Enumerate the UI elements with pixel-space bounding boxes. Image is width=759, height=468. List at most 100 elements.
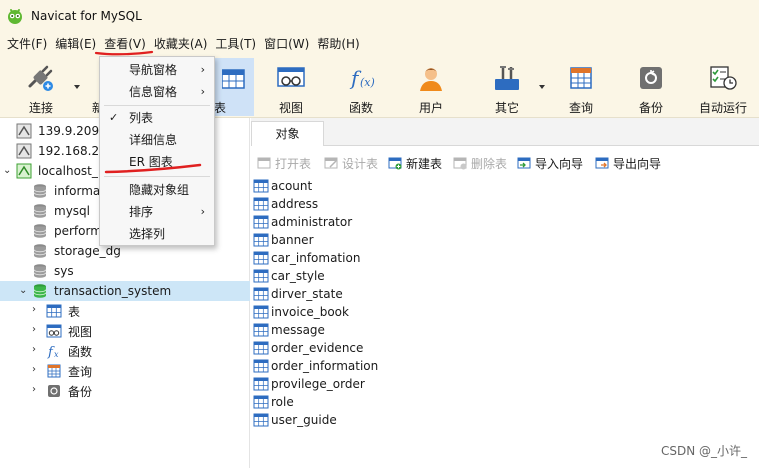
table-icon	[253, 269, 269, 283]
menu-separator	[104, 105, 210, 106]
backup-icon	[640, 67, 662, 89]
connect-button[interactable]: 连接	[12, 58, 70, 116]
menu-help[interactable]: 帮助(H)	[314, 34, 362, 54]
function-label: 函数	[348, 101, 373, 115]
menu-item-select-columns[interactable]: 选择列	[100, 223, 214, 245]
tree-connection-label: 192.168.22	[38, 144, 107, 158]
object-pane: 对象 打开表 设计表 新建表 删除表 导入向导 导出向导 acount addr…	[251, 118, 759, 468]
connect-label: 连接	[28, 101, 53, 115]
chevron-right-icon[interactable]: ›	[32, 325, 42, 335]
table-item[interactable]: order_information	[253, 357, 378, 375]
table-item[interactable]: acount	[253, 177, 312, 195]
backup-button[interactable]: 备份	[622, 58, 680, 116]
table-item[interactable]: message	[253, 321, 325, 339]
menu-item-sort[interactable]: 排序 ›	[100, 201, 214, 223]
table-item[interactable]: invoice_book	[253, 303, 349, 321]
view-icon	[277, 67, 305, 87]
tree-child-views[interactable]: › 视图	[0, 321, 250, 341]
table-item[interactable]: provilege_order	[253, 375, 365, 393]
backup-icon	[48, 385, 60, 397]
table-item[interactable]: car_infomation	[253, 249, 360, 267]
new-table-button[interactable]: 新建表	[388, 154, 442, 172]
tree-database-item[interactable]: sys	[0, 261, 250, 281]
mysql-connection-active-icon	[16, 163, 32, 179]
open-table-button[interactable]: 打开表	[257, 154, 311, 172]
menu-item-hide-object-group[interactable]: 隐藏对象组	[100, 179, 214, 201]
tree-child-queries[interactable]: › 查询	[0, 361, 250, 381]
new-query-button[interactable]: 新	[86, 58, 104, 116]
design-table-button[interactable]: 设计表	[324, 154, 378, 172]
chevron-right-icon[interactable]: ›	[32, 365, 42, 375]
import-wizard-label: 导入向导	[535, 156, 584, 171]
menu-item-label: 排序	[129, 205, 154, 219]
other-button[interactable]: 其它	[478, 58, 536, 116]
table-item[interactable]: user_guide	[253, 411, 337, 429]
table-icon	[253, 251, 269, 265]
chevron-down-icon[interactable]: ⌄	[19, 286, 29, 296]
menu-item-label: 信息窗格	[129, 85, 178, 99]
export-icon	[595, 157, 609, 169]
tree-database-label: perform	[54, 224, 102, 238]
chevron-right-icon[interactable]: ›	[32, 345, 42, 355]
view-button[interactable]: 视图	[262, 58, 320, 116]
tree-child-functions[interactable]: › f x 函数	[0, 341, 250, 361]
title-bar: Navicat for MySQL	[0, 0, 759, 32]
tree-child-tables[interactable]: › 表	[0, 301, 250, 321]
table-item[interactable]: banner	[253, 231, 314, 249]
chevron-down-icon[interactable]: ⌄	[3, 166, 13, 176]
table-icon	[253, 179, 269, 193]
function-button[interactable]: f (x) 函数	[332, 58, 390, 116]
tab-objects[interactable]: 对象	[251, 121, 324, 146]
export-wizard-button[interactable]: 导出向导	[595, 154, 661, 172]
automation-button[interactable]: 自动运行	[692, 58, 754, 116]
menu-item-info-pane[interactable]: 信息窗格 ›	[100, 81, 214, 103]
table-item[interactable]: dirver_state	[253, 285, 343, 303]
table-icon	[253, 287, 269, 301]
delete-table-button[interactable]: 删除表	[453, 154, 507, 172]
query-label: 查询	[568, 101, 593, 115]
table-icon	[253, 377, 269, 391]
table-item[interactable]: administrator	[253, 213, 352, 231]
table-name: message	[271, 323, 325, 337]
menu-item-label: 详细信息	[129, 133, 178, 147]
other-label: 其它	[494, 101, 519, 115]
import-wizard-button[interactable]: 导入向导	[517, 154, 583, 172]
automation-label: 自动运行	[698, 101, 747, 115]
menu-window[interactable]: 窗口(W)	[261, 34, 312, 54]
menu-item-er-diagram[interactable]: ER 图表	[100, 151, 214, 173]
query-icon	[570, 67, 592, 89]
design-table-icon	[324, 157, 338, 169]
menu-item-label: ER 图表	[129, 155, 173, 169]
table-name: car_infomation	[271, 251, 361, 265]
connect-dropdown-caret[interactable]	[74, 85, 80, 89]
menu-item-navigation-pane[interactable]: 导航窗格 ›	[100, 59, 214, 81]
menu-file[interactable]: 文件(F)	[4, 34, 50, 54]
table-button[interactable]: 表	[214, 58, 254, 116]
chevron-right-icon[interactable]: ›	[32, 385, 42, 395]
user-button[interactable]: 用户	[402, 58, 460, 116]
table-item[interactable]: address	[253, 195, 318, 213]
table-item[interactable]: role	[253, 393, 294, 411]
plug-icon	[28, 65, 53, 91]
query-button[interactable]: 查询	[552, 58, 610, 116]
submenu-arrow-icon: ›	[200, 205, 205, 218]
table-icon	[46, 304, 62, 318]
chevron-right-icon[interactable]: ›	[32, 305, 42, 315]
menu-view[interactable]: 查看(V)	[101, 34, 149, 54]
menu-favorites[interactable]: 收藏夹(A)	[151, 34, 211, 54]
menu-tools[interactable]: 工具(T)	[212, 34, 259, 54]
table-icon	[253, 413, 269, 427]
table-item[interactable]: order_evidence	[253, 339, 363, 357]
menu-edit[interactable]: 编辑(E)	[52, 34, 99, 54]
delete-table-icon	[453, 157, 467, 170]
new-table-icon	[388, 157, 402, 170]
other-dropdown-caret[interactable]	[539, 85, 545, 89]
tree-child-backups[interactable]: › 备份	[0, 381, 250, 401]
table-item[interactable]: car_style	[253, 267, 325, 285]
navicat-logo-icon	[8, 9, 22, 24]
svg-text:(x): (x)	[360, 76, 375, 89]
menu-item-list[interactable]: ✓ 列表	[100, 107, 214, 129]
menu-item-details[interactable]: 详细信息	[100, 129, 214, 151]
tree-database-selected[interactable]: ⌄ transaction_system	[0, 281, 250, 301]
tools-icon	[495, 66, 519, 90]
